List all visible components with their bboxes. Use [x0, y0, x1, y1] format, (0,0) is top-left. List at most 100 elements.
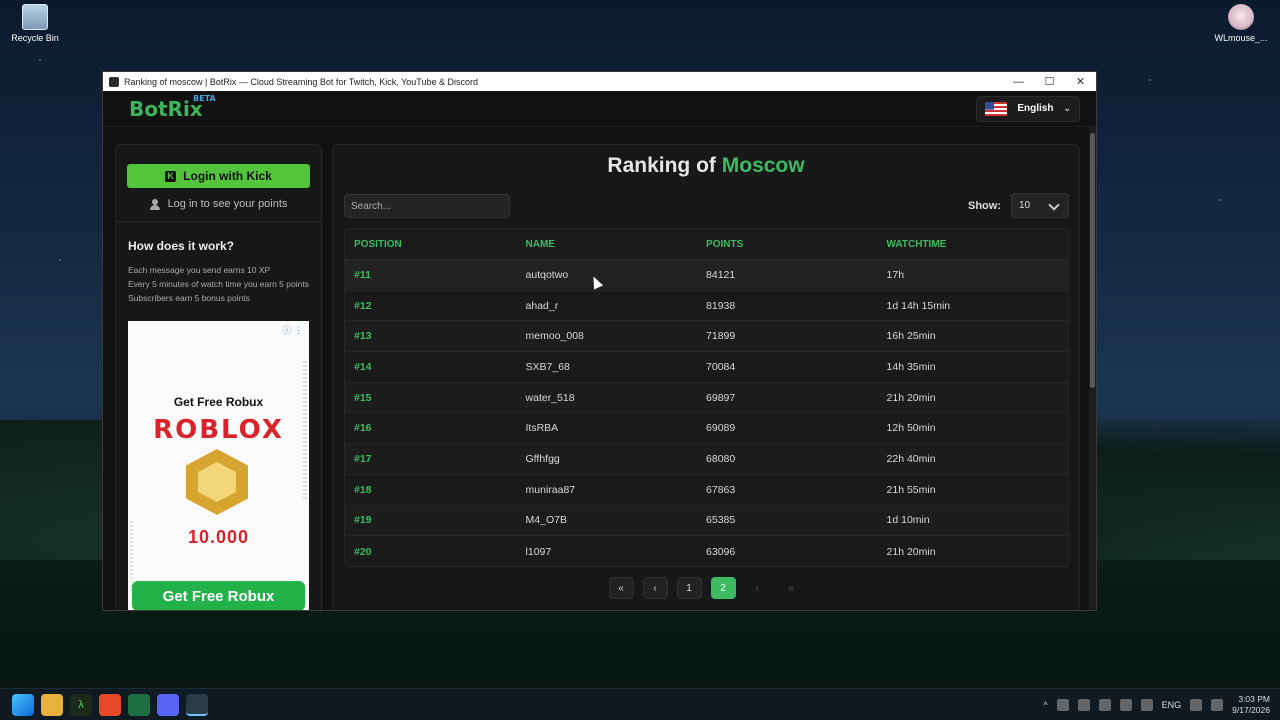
login-with-kick-button[interactable]: K Login with Kick: [127, 164, 310, 188]
minimize-button[interactable]: —: [1003, 72, 1034, 91]
cell-points: 67863: [706, 483, 736, 496]
brave-browser-icon[interactable]: [99, 693, 121, 716]
table-row[interactable]: #19 M4_O7B 65385 1d 10min: [345, 505, 1068, 537]
excel-icon[interactable]: [128, 693, 150, 716]
table-row[interactable]: #14 SXB7_68 70084 14h 35min: [345, 352, 1068, 383]
page-size-select[interactable]: 10: [1011, 193, 1069, 218]
chrome-active-icon[interactable]: [186, 693, 208, 716]
clock-date: 9/17/2026: [1232, 705, 1270, 715]
points-hint-text: Log in to see your points: [167, 198, 288, 210]
cell-name: Gffhfgg: [525, 452, 560, 465]
table-row[interactable]: #20 l1097 63096 21h 20min: [345, 536, 1068, 566]
ad-brand: ROBLOX: [153, 415, 284, 445]
cell-position: #11: [354, 268, 371, 281]
taskbar: λ ^ ENG 3:03 PM 9/17/2026: [0, 688, 1280, 720]
column-header-watchtime[interactable]: WATCHTIME: [887, 239, 1068, 250]
desktop-icon-recycle-bin[interactable]: Recycle Bin: [0, 4, 70, 43]
page-content: K Login with Kick Log in to see your poi…: [103, 127, 1096, 610]
table-body: #11 autqotwo 84121 17h #12 ahad_r 81938 …: [345, 260, 1068, 566]
cell-position: #14: [354, 360, 372, 373]
volume-icon[interactable]: [1211, 699, 1224, 711]
terminal-app-icon[interactable]: λ: [70, 693, 92, 716]
column-header-name[interactable]: NAME: [526, 239, 707, 250]
cell-name: memoo_008: [525, 330, 584, 343]
file-explorer-icon[interactable]: [41, 693, 63, 716]
first-page-button[interactable]: «: [608, 577, 634, 599]
ad-info-icon[interactable]: ⓘ ⋮: [282, 323, 303, 336]
table-row[interactable]: #13 memoo_008 71899 16h 25min: [345, 321, 1068, 353]
keyboard-icon[interactable]: [1140, 699, 1153, 711]
how-line: Subscribers earn 5 bonus points: [128, 293, 250, 303]
title-prefix: Ranking of: [607, 154, 716, 177]
cell-watchtime: 21h 55min: [886, 483, 936, 496]
cell-watchtime: 21h 20min: [886, 545, 936, 558]
cell-name: M4_O7B: [525, 514, 567, 527]
table-row[interactable]: #11 autqotwo 84121 17h: [345, 260, 1068, 291]
prev-page-button[interactable]: ‹: [642, 577, 668, 599]
chevron-down-icon: [1048, 199, 1060, 211]
desktop-icon-label: WLmouse_...: [1214, 33, 1268, 43]
points-hint[interactable]: Log in to see your points: [116, 198, 321, 210]
how-it-works-list: Each message you send earns 10 XP Every …: [128, 263, 309, 305]
table-header: POSITION NAME POINTS WATCHTIME: [345, 229, 1068, 260]
page-scrollbar[interactable]: [1089, 127, 1096, 610]
page-size-value: 10: [1019, 200, 1031, 211]
page-title: Ranking of Moscow: [333, 154, 1079, 178]
title-city: Moscow: [721, 154, 805, 177]
table-row[interactable]: #17 Gffhfgg 68080 22h 40min: [345, 444, 1068, 475]
language-selector[interactable]: English ⌄: [976, 95, 1080, 122]
ad-headline: Get Free Robux: [173, 395, 264, 409]
cell-position: #18: [354, 483, 372, 496]
discord-icon[interactable]: [157, 693, 179, 716]
wlmouse-app-icon: [1228, 4, 1254, 30]
microphone-icon[interactable]: [1119, 699, 1132, 711]
cell-name: ahad_r: [525, 299, 559, 312]
table-row[interactable]: #12 ahad_r 81938 1d 14h 15min: [345, 291, 1068, 322]
cell-watchtime: 1d 10min: [886, 514, 930, 527]
column-header-position[interactable]: POSITION: [345, 239, 526, 250]
scrollbar-thumb[interactable]: [1090, 133, 1095, 388]
tray-app-icon[interactable]: [1056, 699, 1069, 711]
cell-name: autqotwo: [525, 268, 569, 281]
desktop-icon-wlmouse[interactable]: WLmouse_...: [1206, 4, 1276, 43]
maximize-button[interactable]: ☐: [1034, 72, 1065, 91]
table-row[interactable]: #18 muniraa87 67863 21h 55min: [345, 475, 1068, 506]
headset-icon[interactable]: [1098, 699, 1111, 711]
cell-points: 71899: [706, 330, 736, 343]
cell-watchtime: 16h 25min: [886, 330, 936, 343]
app-icon: [109, 76, 119, 87]
page-button-1[interactable]: 1: [676, 577, 702, 599]
browser-window: Ranking of moscow | BotRix — Cloud Strea…: [102, 71, 1097, 611]
robux-advertisement[interactable]: ⓘ ⋮ Get Free Robux ROBLOX 10.000 Get Fre…: [128, 321, 309, 610]
user-icon: [149, 198, 160, 210]
window-titlebar[interactable]: Ranking of moscow | BotRix — Cloud Strea…: [103, 72, 1096, 91]
tray-app-icon[interactable]: [1077, 699, 1090, 711]
cell-name: l1097: [525, 545, 552, 558]
column-header-points[interactable]: POINTS: [706, 239, 887, 250]
tray-overflow-icon[interactable]: ^: [1043, 700, 1047, 710]
how-line: Each message you send earns 10 XP: [128, 265, 271, 275]
cell-position: #12: [354, 299, 372, 312]
network-icon[interactable]: [1190, 699, 1203, 711]
language-label: English: [1017, 103, 1054, 114]
windows-start-icon[interactable]: [12, 693, 34, 716]
cell-position: #20: [354, 545, 372, 558]
page-button-2[interactable]: 2: [710, 577, 736, 599]
table-row[interactable]: #15 water_518 69897 21h 20min: [345, 382, 1068, 414]
cell-position: #13: [354, 330, 372, 343]
show-label: Show:: [968, 200, 1001, 212]
botrix-logo[interactable]: BotRix BETA: [129, 94, 216, 121]
cell-watchtime: 12h 50min: [886, 422, 936, 435]
close-button[interactable]: ✕: [1065, 72, 1096, 91]
cell-points: 69897: [706, 391, 736, 404]
cell-name: ItsRBA: [525, 422, 559, 435]
language-indicator[interactable]: ENG: [1162, 700, 1182, 710]
system-clock[interactable]: 3:03 PM 9/17/2026: [1232, 694, 1270, 716]
ad-cta-button[interactable]: Get Free Robux: [132, 581, 305, 610]
cell-watchtime: 22h 40min: [886, 452, 936, 465]
search-input[interactable]: [344, 194, 510, 218]
table-row[interactable]: #16 ItsRBA 69089 12h 50min: [345, 413, 1068, 445]
cell-position: #15: [354, 391, 372, 404]
logo-text: BotRix: [129, 96, 203, 121]
sidebar: K Login with Kick Log in to see your poi…: [115, 144, 322, 610]
